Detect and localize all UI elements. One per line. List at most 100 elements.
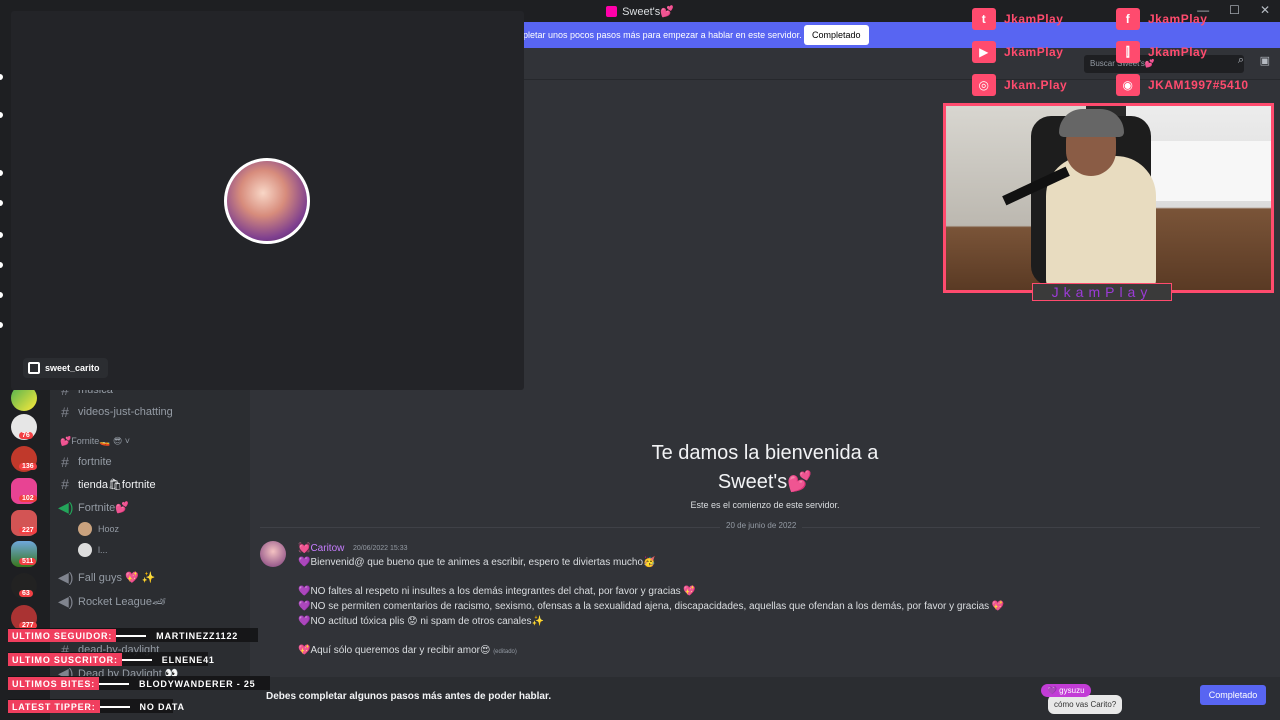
- social-discord: ◉ JKAM1997#5410: [1116, 74, 1249, 96]
- close-button[interactable]: ✕: [1260, 3, 1270, 17]
- twitch-icon: [28, 362, 40, 374]
- voice-channel-rocket-league[interactable]: ◀) Rocket League🏎: [58, 593, 244, 610]
- notice-text: pletar unos pocos pasos más para empezar…: [523, 30, 802, 40]
- unread-dot: [0, 262, 3, 268]
- message-author[interactable]: 💓Caritow: [298, 543, 344, 554]
- streamer-name: sweet_carito: [45, 363, 100, 373]
- hash-icon: #: [61, 404, 69, 420]
- message-line: 💜NO actitud tóxica plis 😟 ni spam de otr…: [298, 616, 544, 627]
- social-handle: JkamPlay: [1004, 45, 1064, 59]
- category-fortnite[interactable]: 💕Fornite🚤 😎 ˅: [60, 436, 130, 447]
- webcam-cap: [1059, 109, 1124, 137]
- message-text: 💖Aquí sólo queremos dar y recibir amor😍: [298, 645, 491, 656]
- search-icon[interactable]: ⌕: [1238, 54, 1244, 67]
- social-handle: JkamPlay: [1148, 45, 1208, 59]
- hash-icon: #: [61, 454, 69, 470]
- discord-icon: ◉: [1116, 74, 1140, 96]
- stat-value: MARTINEZZ1122: [156, 630, 239, 641]
- social-instagram: ◎ Jkam.Play: [972, 74, 1067, 96]
- notice-complete-button[interactable]: Completado: [804, 25, 869, 45]
- channel-videos-just-chatting[interactable]: # videos-just-chatting: [58, 404, 244, 420]
- stream-popup-window[interactable]: sweet_carito: [11, 11, 524, 390]
- stat-label: ULTIMO SEGUIDOR:: [8, 629, 117, 642]
- stat-separator: [99, 682, 130, 685]
- mention-badge: 227: [19, 527, 37, 534]
- channel-fortnite[interactable]: # fortnite: [58, 454, 244, 470]
- voice-channel-fortnite[interactable]: ◀) Fortnite💕: [58, 499, 244, 516]
- window-title: Sweet's💕: [606, 5, 674, 18]
- mention-badge: 63: [19, 590, 33, 597]
- social-handle: Jkam.Play: [1004, 78, 1068, 92]
- composer-complete-button[interactable]: Completado: [1200, 685, 1266, 705]
- twitter-icon: t: [972, 8, 996, 30]
- social-facebook: f JkamPlay: [1116, 8, 1207, 30]
- welcome-server-name: Sweet's💕: [717, 471, 813, 493]
- avatar: [78, 543, 92, 557]
- message-line-last: 💖Aquí sólo queremos dar y recibir amor😍 …: [298, 645, 517, 656]
- webcam-label: JkamPlay: [1032, 283, 1172, 301]
- stat-separator: [116, 634, 147, 637]
- window-title-text: Sweet's💕: [622, 5, 674, 18]
- voice-user[interactable]: Hooz: [78, 522, 119, 536]
- message-timestamp: 20/06/2022 15:33: [353, 545, 408, 552]
- speaker-icon: ◀): [58, 499, 74, 515]
- stat-value: BLODYWANDERER - 25: [139, 678, 256, 689]
- edited-label: (editado): [493, 649, 517, 655]
- stat-separator: [121, 658, 152, 661]
- youtube-icon: ▶: [972, 41, 996, 63]
- stat-last-bits: ULTIMOS BITES: BLODYWANDERER - 25: [8, 677, 255, 690]
- stat-label: ULTIMOS BITES:: [8, 677, 100, 690]
- channel-label: tienda🛍fortnite: [78, 478, 156, 491]
- hash-icon: #: [61, 476, 69, 492]
- channel-tienda-fortnite[interactable]: # tienda🛍fortnite: [58, 476, 244, 492]
- voice-user-name: l...: [98, 545, 108, 555]
- unread-dot: [0, 112, 3, 118]
- chat-bubble-author: 💜 gysuzu: [1041, 684, 1091, 697]
- maximize-button[interactable]: ☐: [1229, 3, 1240, 17]
- social-handle: JkamPlay: [1004, 12, 1064, 26]
- stat-latest-tipper: LATEST TIPPER: NO DATA: [8, 700, 185, 713]
- message-line: 💜NO se permiten comentarios de racismo, …: [298, 601, 1005, 612]
- window-controls: — ☐ ✕: [1197, 3, 1270, 17]
- mention-badge: 76: [19, 432, 33, 439]
- mention-badge: 511: [19, 558, 37, 565]
- unread-dot: [0, 292, 3, 298]
- facebook-icon: f: [1116, 8, 1140, 30]
- channel-label: videos-just-chatting: [78, 406, 173, 418]
- stat-last-follower: ULTIMO SEGUIDOR: MARTINEZZ1122: [8, 629, 238, 642]
- webcam-bed: [1146, 141, 1271, 201]
- message-composer: Debes completar algunos pasos más antes …: [250, 677, 1280, 720]
- speaker-icon: ◀): [58, 593, 74, 609]
- unread-dot: [0, 200, 3, 206]
- twitch-icon: ⫿: [1116, 41, 1140, 63]
- channel-label: fortnite: [78, 456, 112, 468]
- message-line: 💜Bienvenid@ que bueno que te animes a es…: [298, 557, 656, 568]
- channel-label: Fall guys 💖 ✨: [78, 572, 156, 584]
- stat-label: LATEST TIPPER:: [8, 700, 100, 713]
- welcome-heading: Te damos la bienvenida a: [651, 442, 879, 464]
- chat-bubble-message: cómo vas Carito?: [1048, 695, 1123, 714]
- social-handle: JkamPlay: [1148, 12, 1208, 26]
- message-line: 💜NO faltes al respeto ni insultes a los …: [298, 586, 696, 597]
- webcam-frame: [943, 103, 1274, 293]
- stat-value: NO DATA: [139, 701, 185, 712]
- channel-label: Rocket League🏎: [78, 596, 166, 608]
- social-twitch: ⫿ JkamPlay: [1116, 41, 1207, 63]
- voice-user[interactable]: l...: [78, 543, 108, 557]
- inbox-icon[interactable]: ▣: [1260, 54, 1270, 67]
- social-youtube: ▶ JkamPlay: [972, 41, 1063, 63]
- speaker-icon: ◀): [58, 569, 74, 585]
- mention-badge: 102: [19, 495, 37, 502]
- unread-dot: [0, 170, 3, 176]
- channel-label: Fortnite💕: [78, 502, 129, 514]
- stat-last-subscriber: ULTIMO SUSCRITOR: ELNENE41: [8, 653, 215, 666]
- avatar: [78, 522, 92, 536]
- avatar[interactable]: [260, 541, 286, 567]
- voice-channel-fall-guys[interactable]: ◀) Fall guys 💖 ✨: [58, 569, 244, 586]
- social-handle: JKAM1997#5410: [1148, 78, 1249, 92]
- unread-dot: [0, 322, 3, 328]
- voice-user-name: Hooz: [98, 524, 120, 534]
- welcome-subtitle: Este es el comienzo de este servidor.: [690, 500, 840, 510]
- composer-locked-text: Debes completar algunos pasos más antes …: [266, 691, 552, 702]
- instagram-icon: ◎: [972, 74, 996, 96]
